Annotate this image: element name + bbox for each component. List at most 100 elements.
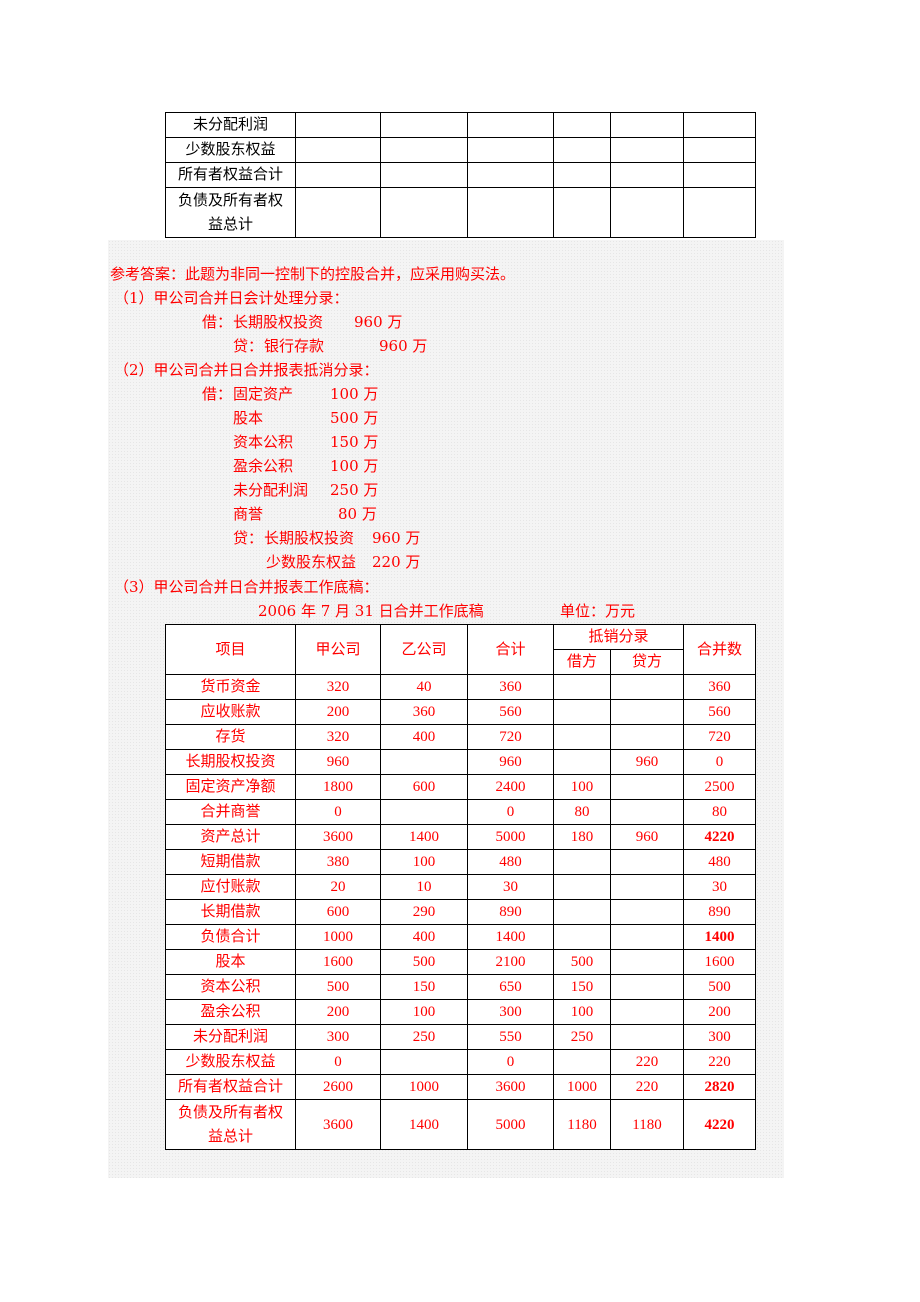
credit-cell bbox=[609, 774, 685, 800]
item-cell: 短期借款 bbox=[165, 849, 296, 875]
empty-cell bbox=[610, 162, 684, 188]
item-cell: 盈余公积 bbox=[165, 999, 296, 1025]
empty-cell bbox=[295, 187, 381, 238]
header-debit: 借方 bbox=[553, 649, 611, 675]
elimination-credit-amount: 960 万 bbox=[372, 529, 421, 547]
consolidated-cell: 80 bbox=[683, 799, 757, 825]
company-a-cell: 200 bbox=[295, 699, 381, 725]
consolidated-cell: 720 bbox=[683, 724, 757, 750]
company-a-cell: 200 bbox=[295, 999, 381, 1025]
debit-cell bbox=[553, 1049, 611, 1075]
debit-cell bbox=[553, 749, 611, 775]
company-b-cell: 600 bbox=[380, 774, 468, 800]
company-b-cell: 150 bbox=[380, 974, 468, 1000]
company-a-cell: 1600 bbox=[295, 949, 381, 975]
table-row: 应收账款 200 360 560 560 bbox=[165, 699, 757, 725]
item-line1: 负债及所有者权 bbox=[177, 1104, 283, 1121]
credit-cell bbox=[609, 849, 685, 875]
empty-cell bbox=[467, 112, 554, 138]
total-cell: 5000 bbox=[467, 1099, 554, 1150]
debit-cell bbox=[553, 724, 611, 750]
table-row: 所有者权益合计 2600 1000 3600 1000 220 2820 bbox=[165, 1074, 757, 1100]
debit-cell bbox=[553, 924, 611, 950]
elimination-debit-amount: 250 万 bbox=[330, 481, 379, 499]
company-b-cell: 400 bbox=[380, 924, 468, 950]
empty-cell bbox=[467, 162, 554, 188]
consolidated-cell: 0 bbox=[683, 749, 757, 775]
empty-cell bbox=[467, 137, 554, 163]
credit-cell: 960 bbox=[609, 824, 685, 850]
company-a-cell: 500 bbox=[295, 974, 381, 1000]
total-cell: 2100 bbox=[467, 949, 554, 975]
debit-cell bbox=[553, 849, 611, 875]
item-cell: 长期借款 bbox=[165, 899, 296, 925]
part1-credit-prefix: 贷： bbox=[233, 337, 264, 355]
debit-cell: 80 bbox=[553, 799, 611, 825]
part3-title: （3）甲公司合并日合并报表工作底稿： bbox=[114, 578, 379, 596]
company-b-cell: 290 bbox=[380, 899, 468, 925]
empty-cell bbox=[380, 187, 468, 238]
item-cell: 应收账款 bbox=[165, 699, 296, 725]
part1-title: （1）甲公司合并日会计处理分录： bbox=[114, 289, 349, 307]
item-cell: 股本 bbox=[165, 949, 296, 975]
company-b-cell: 100 bbox=[380, 849, 468, 875]
company-b-cell: 500 bbox=[380, 949, 468, 975]
company-a-cell: 320 bbox=[295, 724, 381, 750]
company-a-cell: 0 bbox=[295, 799, 381, 825]
debit-cell: 150 bbox=[553, 974, 611, 1000]
elimination-debit-account: 商誉 bbox=[233, 505, 264, 523]
table-row: 资本公积 500 150 650 150 500 bbox=[165, 974, 757, 1000]
company-b-cell: 400 bbox=[380, 724, 468, 750]
debit-cell bbox=[553, 874, 611, 900]
empty-cell bbox=[553, 187, 611, 238]
company-a-cell: 3600 bbox=[295, 824, 381, 850]
consolidated-cell: 30 bbox=[683, 874, 757, 900]
empty-cell bbox=[683, 187, 756, 238]
header-credit: 贷方 bbox=[609, 649, 685, 675]
total-cell: 360 bbox=[467, 674, 554, 700]
empty-cell bbox=[553, 162, 611, 188]
elimination-debit-amount: 100 万 bbox=[330, 385, 379, 403]
table-row: 盈余公积 200 100 300 100 200 bbox=[165, 999, 757, 1025]
company-a-cell: 320 bbox=[295, 674, 381, 700]
credit-cell bbox=[609, 699, 685, 725]
empty-cell bbox=[380, 112, 468, 138]
credit-cell bbox=[609, 974, 685, 1000]
empty-cell bbox=[553, 112, 611, 138]
part1-debit-prefix: 借： bbox=[202, 313, 233, 331]
company-b-cell: 250 bbox=[380, 1024, 468, 1050]
credit-cell bbox=[609, 674, 685, 700]
row-label: 所有者权益合计 bbox=[165, 162, 296, 188]
item-cell: 合并商誉 bbox=[165, 799, 296, 825]
empty-cell bbox=[683, 137, 756, 163]
debit-cell: 1000 bbox=[553, 1074, 611, 1100]
elimination-debit-amount: 100 万 bbox=[330, 457, 379, 475]
empty-cell bbox=[380, 162, 468, 188]
company-b-cell: 40 bbox=[380, 674, 468, 700]
debit-cell: 250 bbox=[553, 1024, 611, 1050]
credit-cell: 220 bbox=[609, 1049, 685, 1075]
debit-cell: 100 bbox=[553, 999, 611, 1025]
debit-cell: 500 bbox=[553, 949, 611, 975]
total-cell: 550 bbox=[467, 1024, 554, 1050]
total-cell: 0 bbox=[467, 799, 554, 825]
company-a-cell: 600 bbox=[295, 899, 381, 925]
part1-debit-account: 长期股权投资 bbox=[233, 313, 324, 331]
empty-cell bbox=[610, 112, 684, 138]
consolidated-cell: 560 bbox=[683, 699, 757, 725]
elimination-credit-amount: 220 万 bbox=[372, 553, 421, 571]
table-row: 短期借款 380 100 480 480 bbox=[165, 849, 757, 875]
worksheet-caption: 2006 年 7 月 31 日合并工作底稿 bbox=[258, 602, 484, 620]
consolidated-cell: 500 bbox=[683, 974, 757, 1000]
total-cell: 5000 bbox=[467, 824, 554, 850]
total-cell: 560 bbox=[467, 699, 554, 725]
part2-title: （2）甲公司合并日合并报表抵消分录： bbox=[114, 361, 379, 379]
credit-cell bbox=[609, 899, 685, 925]
header-company-b: 乙公司 bbox=[380, 624, 468, 675]
company-a-cell: 1000 bbox=[295, 924, 381, 950]
row-label: 未分配利润 bbox=[165, 112, 296, 138]
part2-debit-prefix: 借： bbox=[202, 385, 233, 403]
debit-cell: 1180 bbox=[553, 1099, 611, 1150]
table-row: 资产总计 3600 1400 5000 180 960 4220 bbox=[165, 824, 757, 850]
consolidated-cell: 890 bbox=[683, 899, 757, 925]
